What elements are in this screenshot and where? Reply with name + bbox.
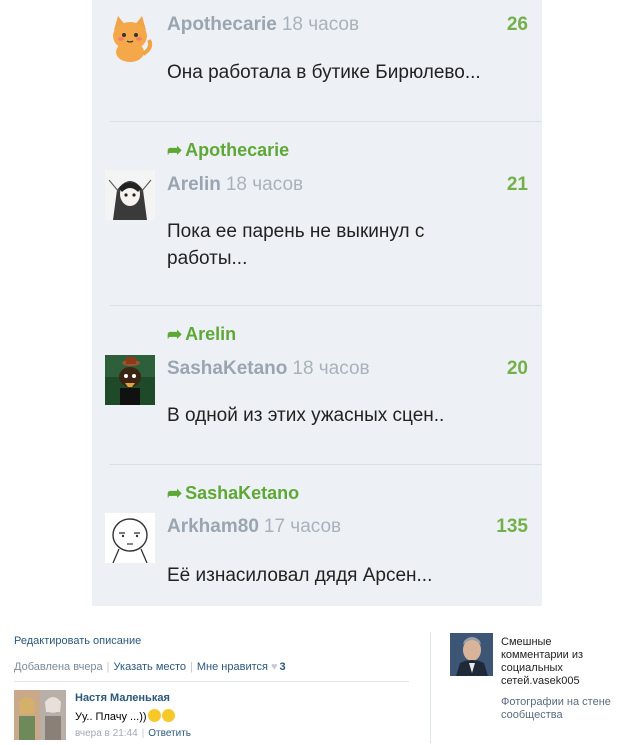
reply-to-link[interactable]: ➦ SashaKetano	[167, 483, 299, 504]
comment-time: 18 часов	[225, 174, 304, 195]
reply-to-link[interactable]: ➦ Arelin	[167, 324, 236, 345]
avatar[interactable]	[105, 513, 155, 563]
comment-author[interactable]: SashaKetano 18 часов	[167, 358, 370, 380]
photo-comment-text: Уу.. Плачу ...))	[75, 711, 147, 723]
likes-count[interactable]: 20	[507, 358, 528, 380]
laughing-emoji-icon	[147, 709, 161, 722]
comments-card: Apothecarie 18 часов 26 Она работала в бу…	[92, 0, 542, 606]
meta-separator: |	[106, 661, 110, 673]
likes-count[interactable]: 21	[507, 174, 528, 196]
meta-separator: |	[141, 728, 145, 739]
like-count: 3	[279, 661, 286, 673]
comment-time: 17 часов	[263, 516, 342, 537]
like-button[interactable]: Мне нравится ♥ 3	[197, 661, 286, 673]
likes-count[interactable]: 135	[496, 516, 528, 538]
avatar[interactable]	[105, 12, 155, 62]
meta-separator: |	[190, 661, 193, 673]
heart-icon: ♥	[270, 661, 278, 673]
comment-text: Её изнасиловал дядя Арсен...	[167, 565, 433, 586]
post-meta-bar: Добавлена вчера | Указать место | Мне нравит…	[14, 661, 286, 673]
laughing-emoji-icon	[161, 709, 175, 722]
divider	[110, 464, 542, 465]
avatar[interactable]	[105, 355, 155, 405]
reply-arrow-icon: ➦	[167, 483, 183, 503]
album-avatar[interactable]	[450, 633, 493, 676]
album-subtitle: Фотографии на стене сообщества	[501, 696, 611, 721]
edit-description-link[interactable]: Редактировать описание	[14, 635, 141, 647]
comment-time: 18 часов	[281, 14, 360, 35]
comment-time: 18 часов	[292, 358, 370, 379]
column-divider	[430, 632, 431, 743]
album-title-link[interactable]: Смешные комментарии из социальных сетей.…	[501, 636, 621, 688]
divider	[14, 681, 409, 682]
commenter-avatar[interactable]	[14, 690, 66, 740]
avatar[interactable]	[105, 170, 155, 220]
likes-count[interactable]: 26	[507, 14, 528, 36]
comment-time: вчера в 21:44	[75, 728, 138, 739]
photo-comment-meta: вчера в 21:44 | Ответить	[75, 728, 191, 739]
comment-text: В одной из этих ужасных сцен..	[167, 405, 445, 426]
comment-text: Пока ее парень не выкинул с работы...	[167, 221, 425, 269]
reply-arrow-icon: ➦	[167, 140, 183, 160]
reply-button[interactable]: Ответить	[148, 728, 191, 739]
commenter-name[interactable]: Настя Маленькая	[75, 692, 170, 704]
reply-arrow-icon: ➦	[167, 324, 183, 344]
divider	[110, 305, 542, 306]
reply-to-link[interactable]: ➦ Apothecarie	[167, 140, 289, 161]
added-date: Добавлена вчера	[14, 661, 103, 673]
comment-text: Она работала в бутике Бирюлево...	[167, 62, 481, 83]
comment-author[interactable]: Apothecarie 18 часов	[167, 14, 359, 36]
comment-author[interactable]: Arelin 18 часов	[167, 174, 303, 196]
add-place-link[interactable]: Указать место	[114, 661, 187, 673]
photo-comment-body: Уу.. Плачу ...))	[75, 709, 175, 723]
comment-author[interactable]: Arkham80 17 часов	[167, 516, 341, 538]
divider	[110, 121, 542, 122]
